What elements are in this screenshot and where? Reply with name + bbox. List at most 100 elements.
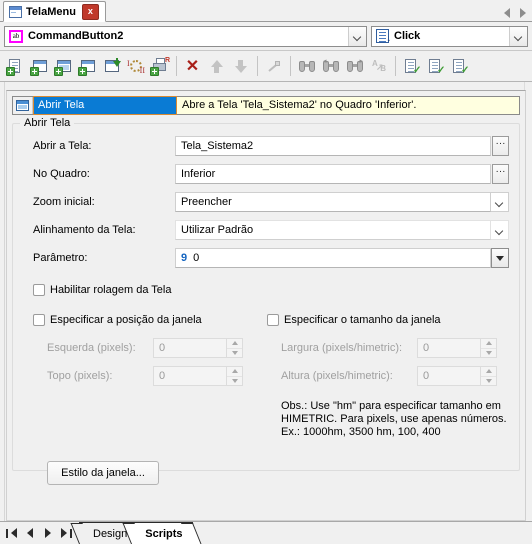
select-zoom-inicial[interactable]: Preencher (175, 192, 491, 212)
wand-icon (265, 58, 283, 75)
checkbox-row-posicao-janela: Especificar a posição da janela (33, 312, 263, 328)
parametro-dropdown-icon[interactable] (491, 248, 509, 268)
first-record-button[interactable] (3, 523, 21, 544)
object-event-selector-row: ab CommandButton2 ↓ Click (0, 22, 532, 51)
topo-decrement-icon[interactable] (227, 375, 242, 385)
object-combobox[interactable]: ab CommandButton2 (4, 25, 367, 47)
delete-button[interactable]: ✕ (181, 54, 205, 78)
replace-button[interactable]: A ↗ B (367, 54, 391, 78)
scroll-tabs-right-icon[interactable] (520, 8, 526, 18)
find-button[interactable] (295, 54, 319, 78)
checkbox-row-habilitar-rolagem: Habilitar rolagem da Tela (33, 282, 509, 298)
find-previous-button[interactable]: ◂ (319, 54, 343, 78)
select-alinhamento[interactable]: Utilizar Padrão (175, 220, 491, 240)
new-script-button[interactable] (4, 54, 28, 78)
parametro-marker: 9 (181, 252, 188, 264)
insert-action-button[interactable] (100, 54, 124, 78)
wizard-button[interactable] (262, 54, 286, 78)
input-no-quadro[interactable]: Inferior (175, 164, 491, 184)
print-report-button[interactable]: R (148, 54, 172, 78)
label-parametro: Parâmetro: (33, 252, 88, 264)
field-row-esquerda: Esquerda (pixels): 0 (33, 338, 263, 358)
spinner-altura[interactable]: 0 (417, 366, 497, 386)
move-down-icon (232, 58, 250, 75)
input-abrir-a-tela[interactable]: Tela_Sistema2 (175, 136, 491, 156)
checkbox-label-especificar-posicao: Especificar a posição da janela (50, 314, 202, 326)
label-esquerda: Esquerda (pixels): (47, 342, 136, 354)
esquerda-decrement-icon[interactable] (227, 347, 242, 357)
sheet-tabbar: Design Scripts (0, 521, 532, 544)
find-previous-icon: ◂ (322, 58, 340, 75)
altura-decrement-icon[interactable] (481, 375, 496, 385)
himetric-note: Obs.: Use "hm" para especificar tamanho … (281, 400, 507, 438)
validate-button[interactable]: ✓ (448, 54, 472, 78)
spinner-topo[interactable]: 0 (153, 366, 243, 386)
new-dialog-icon (54, 58, 73, 76)
event-combobox-arrow-icon[interactable] (509, 26, 527, 46)
altura-increment-icon[interactable] (481, 367, 496, 376)
object-combobox-arrow-icon[interactable] (348, 26, 366, 46)
new-dialog-button[interactable] (52, 54, 76, 78)
zoom-inicial-chevron-down-icon[interactable] (491, 192, 509, 212)
checkbox-especificar-posicao[interactable] (33, 314, 45, 326)
spinner-esquerda[interactable]: 0 (153, 338, 243, 358)
replace-icon: A ↗ B (372, 58, 386, 73)
esquerda-increment-icon[interactable] (227, 339, 242, 348)
input-parametro[interactable]: 9 0 (175, 248, 491, 268)
find-next-button[interactable]: ▸ (343, 54, 367, 78)
validate-icon: ✓ (451, 58, 469, 75)
check-all-button[interactable]: ✓ (424, 54, 448, 78)
parametro-value: 0 (193, 252, 200, 264)
browse-no-quadro-button[interactable]: ··· (492, 164, 509, 184)
script-action-panel: Abrir Tela Abre a Tela 'Tela_Sistema2' n… (0, 82, 532, 521)
scroll-tabs-left-icon[interactable] (504, 8, 510, 18)
document-tab-label: TelaMenu (26, 5, 76, 18)
new-form-button[interactable] (76, 54, 100, 78)
largura-decrement-icon[interactable] (481, 347, 496, 357)
largura-increment-icon[interactable] (481, 339, 496, 348)
browse-abrir-a-tela-button[interactable]: ··· (492, 136, 509, 156)
checkbox-habilitar-rolagem[interactable] (33, 284, 45, 296)
toolbar-separator (290, 56, 291, 76)
value-esquerda: 0 (159, 342, 166, 354)
field-row-no-quadro: No Quadro: Inferior ··· (23, 164, 509, 184)
check-script-button[interactable]: ✓ (400, 54, 424, 78)
window-style-button[interactable]: Estilo da janela... (47, 461, 159, 485)
alinhamento-chevron-down-icon[interactable] (491, 220, 509, 240)
close-icon[interactable]: x (81, 3, 99, 20)
spinner-largura[interactable]: 0 (417, 338, 497, 358)
next-record-button[interactable] (39, 523, 57, 544)
value-topo: 0 (159, 370, 166, 382)
new-window-button[interactable] (28, 54, 52, 78)
tabstrip-nav-group (504, 8, 526, 18)
selected-action-row[interactable]: Abrir Tela Abre a Tela 'Tela_Sistema2' n… (12, 96, 520, 115)
toolbar-separator (257, 56, 258, 76)
tab-scripts[interactable]: Scripts (131, 522, 193, 544)
field-row-largura: Largura (pixels/himetric): 0 (267, 338, 509, 358)
move-up-button[interactable] (205, 54, 229, 78)
checkbox-row-tamanho-janela: Especificar o tamanho da janela (267, 312, 509, 328)
toolbar-separator (395, 56, 396, 76)
label-abrir-a-tela: Abrir a Tela: (33, 140, 92, 152)
open-screen-icon (16, 100, 29, 111)
label-alinhamento: Alinhamento da Tela: (33, 224, 136, 236)
field-row-zoom-inicial: Zoom inicial: Preencher (23, 192, 509, 212)
event-combobox[interactable]: ↓ Click (371, 25, 528, 47)
sheet-tab-list: Design Scripts (79, 522, 193, 544)
checkbox-label-habilitar-rolagem: Habilitar rolagem da Tela (50, 284, 172, 296)
previous-record-button[interactable] (21, 523, 39, 544)
topo-increment-icon[interactable] (227, 367, 242, 376)
document-tab-telamenu[interactable]: TelaMenu x (3, 1, 106, 22)
move-up-icon (208, 58, 226, 75)
window-icon (9, 5, 22, 18)
field-row-abrir-a-tela: Abrir a Tela: Tela_Sistema2 ··· (23, 136, 509, 156)
find-icon (298, 58, 316, 75)
label-no-quadro: No Quadro: (33, 168, 90, 180)
left-rail (0, 82, 5, 521)
loop-button[interactable]: I II (124, 54, 148, 78)
checkbox-label-especificar-tamanho: Especificar o tamanho da janela (284, 314, 441, 326)
insert-down-icon (103, 57, 121, 75)
groupbox-legend: Abrir Tela (20, 117, 75, 129)
move-down-button[interactable] (229, 54, 253, 78)
checkbox-especificar-tamanho[interactable] (267, 314, 279, 326)
